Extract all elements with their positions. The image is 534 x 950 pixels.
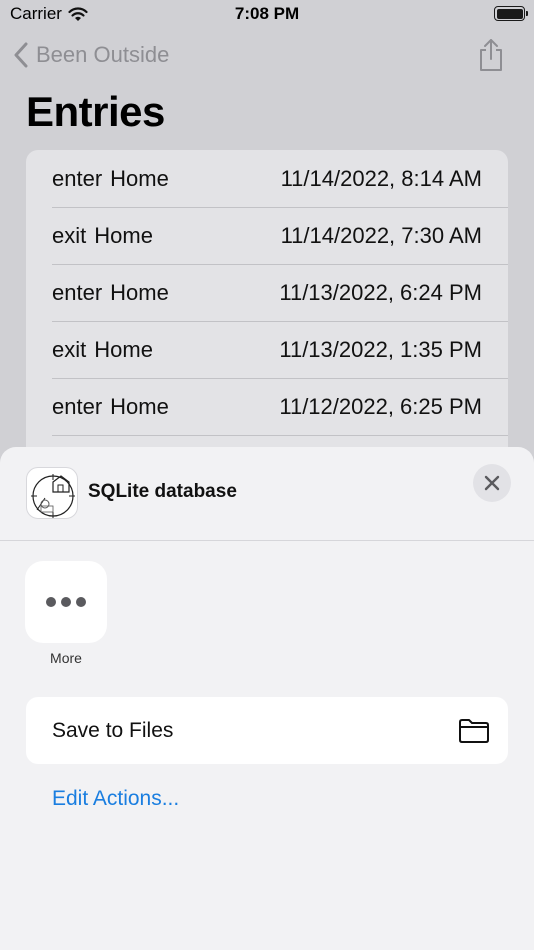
list-item[interactable]: enter Home 11/14/2022, 8:14 AM [26, 150, 508, 207]
back-button[interactable]: Been Outside [14, 38, 169, 72]
entry-event: exit [52, 222, 87, 248]
save-to-files-label: Save to Files [52, 718, 174, 742]
entry-date: 11/13/2022, 1:35 PM [279, 336, 482, 362]
entry-date: 11/14/2022, 7:30 AM [280, 222, 482, 248]
entry-date: 11/12/2022, 6:25 PM [279, 393, 482, 419]
battery-icon [494, 6, 528, 21]
close-button[interactable] [473, 464, 511, 502]
app-icon [26, 467, 78, 519]
entry-date: 11/13/2022, 6:24 PM [279, 279, 482, 305]
entry-place: Home [94, 222, 153, 248]
back-label: Been Outside [36, 42, 170, 67]
entry-place: Home [94, 336, 153, 362]
entry-place: Home [110, 279, 169, 305]
close-icon [484, 475, 500, 491]
share-icon [480, 39, 502, 71]
entry-date: 11/14/2022, 8:14 AM [280, 165, 482, 191]
more-button[interactable] [25, 561, 107, 643]
entry-event: enter [52, 165, 103, 191]
entry-event: enter [52, 279, 103, 305]
list-item[interactable]: exit Home 11/14/2022, 7:30 AM [26, 207, 508, 264]
more-icon [46, 597, 86, 607]
share-sheet-header: SQLite database [0, 447, 534, 541]
page-title: Entries [26, 88, 165, 135]
save-to-files-button[interactable]: Save to Files [26, 697, 508, 764]
entry-event: enter [52, 393, 103, 419]
folder-icon [459, 718, 489, 743]
entry-place: Home [110, 165, 169, 191]
list-item[interactable]: enter Home 11/13/2022, 6:24 PM [26, 264, 508, 321]
more-label: More [50, 650, 82, 666]
share-sheet: SQLite database More Save to Files Edit … [0, 447, 534, 950]
share-sheet-title: SQLite database [88, 481, 237, 502]
list-item[interactable]: enter Home 11/12/2022, 6:25 PM [26, 378, 508, 435]
entry-event: exit [52, 336, 87, 362]
clock: 7:08 PM [234, 4, 300, 23]
list-item[interactable]: exit Home 11/13/2022, 1:35 PM [26, 321, 508, 378]
back-chevron-icon [14, 42, 28, 68]
edit-actions-link[interactable]: Edit Actions... [52, 787, 179, 811]
entries-list: enter Home 11/14/2022, 8:14 AM exit Home 1… [26, 150, 508, 460]
status-bar: Carrier 7:08 PM [0, 0, 534, 30]
entry-place: Home [110, 393, 169, 419]
share-button[interactable] [476, 38, 506, 72]
